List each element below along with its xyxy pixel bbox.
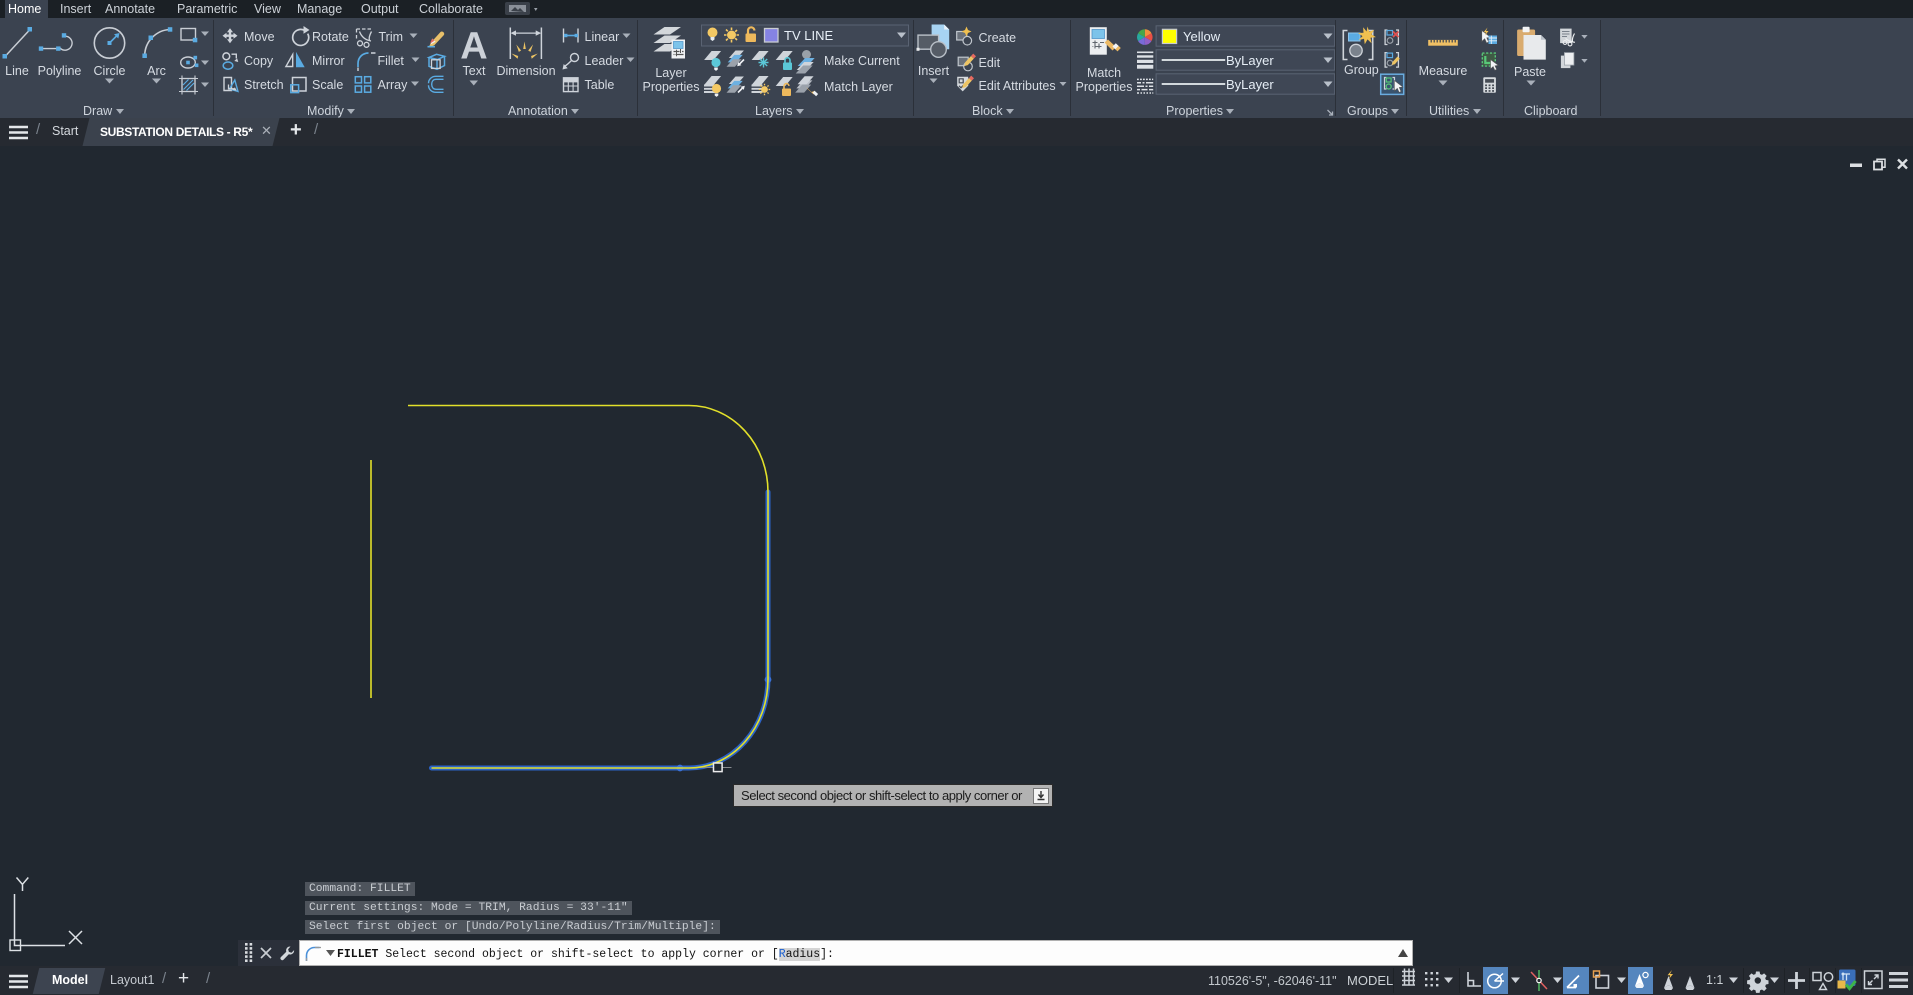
svg-text:A: A — [460, 26, 487, 68]
